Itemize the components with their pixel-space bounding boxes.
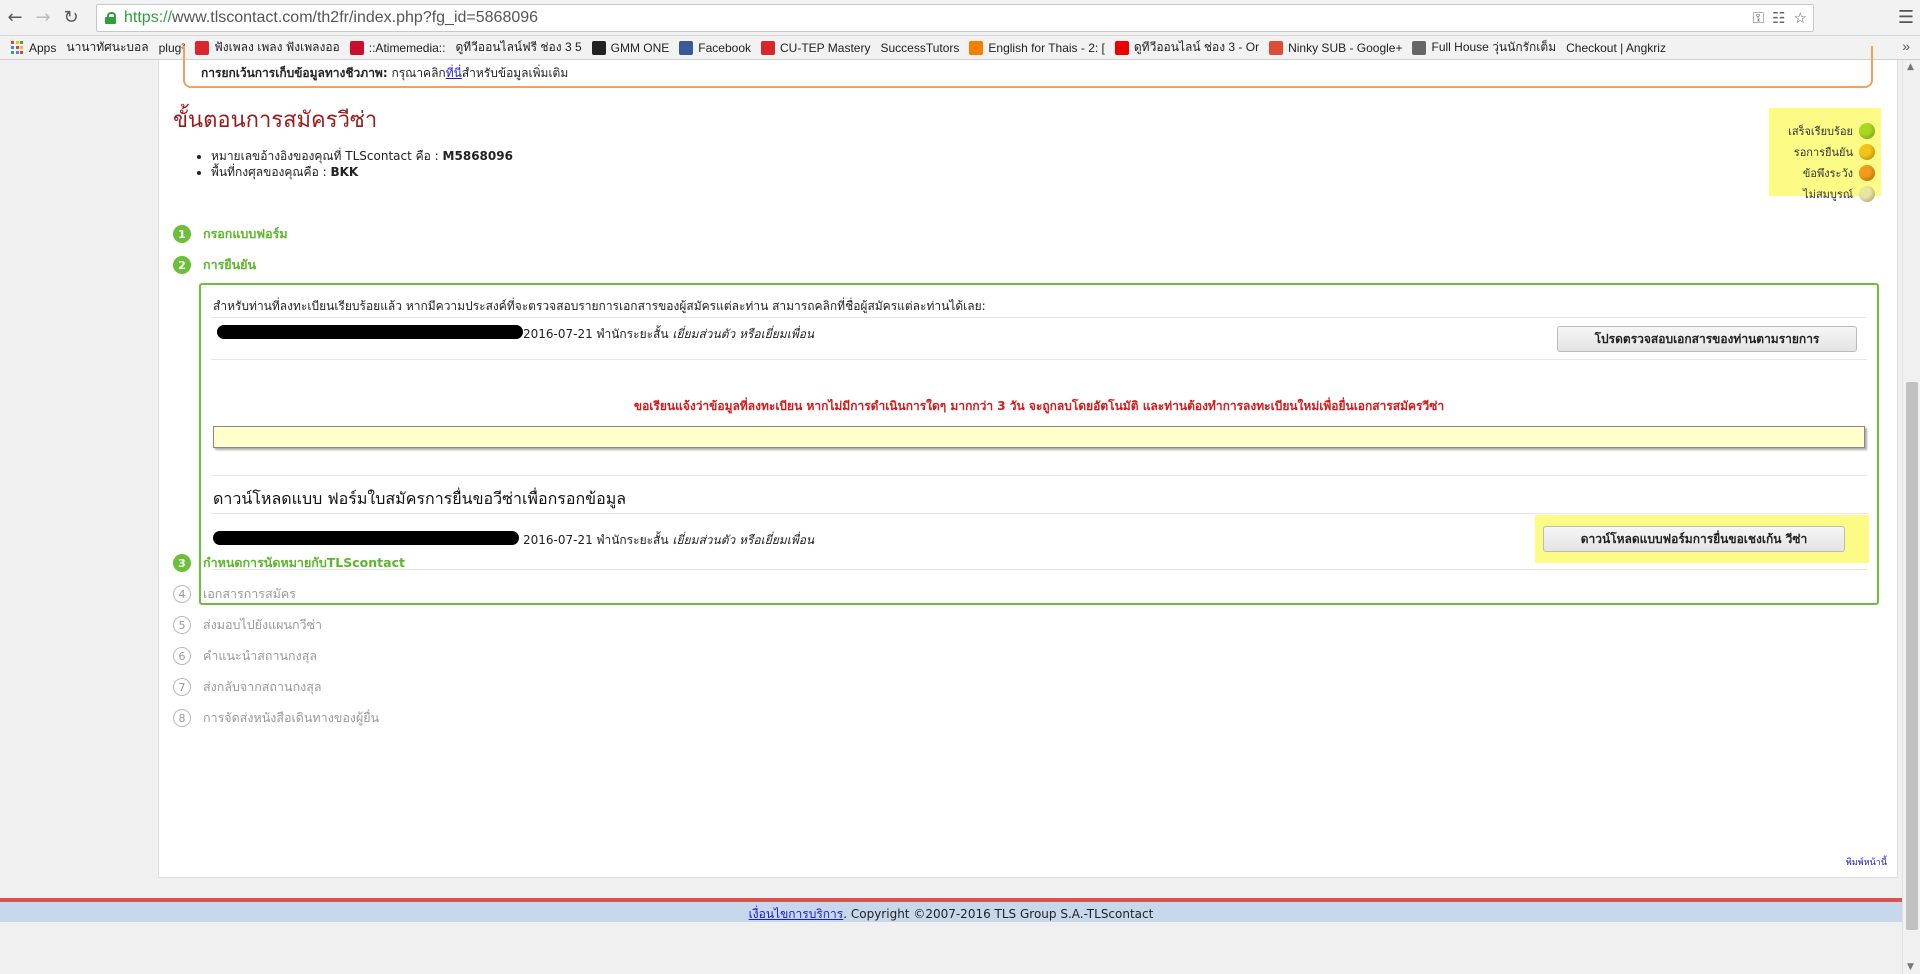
step-number-badge: 4 [173,585,191,603]
confirmation-intro: สำหรับท่านที่ลงทะเบียนเรียบร้อยแล้ว หากม… [213,299,986,313]
divider [211,359,1867,360]
forward-arrow-icon[interactable]: → [30,5,56,31]
lock-icon [105,12,116,24]
step-number-badge: 1 [173,225,191,243]
applicant-row-meta-2: 2016-07-21 พำนักระยะสั้น เยี่ยมส่วนตัว ห… [523,533,815,547]
step-5: 5 ส่งมอบไปยังแผนกวีซ่า [173,615,322,635]
legend-item: ไม่สมบูรณ์ [1769,183,1875,204]
menu-icon[interactable]: ☰ [1898,7,1914,28]
step-1[interactable]: 1 กรอกแบบฟอร์ม [173,224,288,244]
deletion-warning: ขอเรียนแจ้งว่าข้อมูลที่ลงทะเบียน หากไม่ม… [633,399,1445,413]
notice-text-2: สำหรับข้อมูลเพิ่มเติม [461,66,569,80]
redacted-applicant-name-2[interactable] [213,531,519,545]
status-dot-icon [1859,122,1875,139]
apps-icon [10,40,24,55]
terms-of-service-link[interactable]: เงื่อนไขการบริการ [749,907,844,921]
legend-item: ข้อพึงระวัง [1769,162,1875,183]
step-number-badge: 3 [173,554,191,572]
scroll-thumb[interactable] [1906,382,1918,930]
bookmark-item[interactable]: นานาทัศนะบอล [0,38,149,109]
legend-label: ข้อพึงระวัง [1802,166,1853,180]
divider [211,317,1867,318]
redacted-applicant-name[interactable] [217,325,523,339]
address-bar[interactable]: https://www.tlscontact.com/th2fr/index.p… [96,4,1814,32]
divider [211,475,1867,476]
step-label: คำแนะนำสถานกงสุล [203,648,317,663]
status-legend: เสร็จเรียบร้อยรอการยืนยันข้อพึงระวังไม่ส… [1769,108,1881,202]
footer: เงื่อนไขการบริการ. Copyright ©2007-2016 … [0,898,1902,922]
notice-heading: การยกเว้นการเก็บข้อมูลทางชีวภาพ: [201,66,388,80]
legend-item: รอการยืนยัน [1769,141,1875,162]
bookmark-item[interactable]: Apps [10,41,56,55]
message-bar [213,426,1865,448]
star-icon[interactable]: ☆ [1794,9,1807,27]
step-label: การจัดส่งหนังสือเดินทางของผู้ยื่น [203,710,380,725]
divider [211,513,1867,514]
step-label: ส่งกลับจากสถานกงสุล [203,679,322,694]
key-icon[interactable]: ⚿ [1753,9,1764,27]
status-dot-icon [1859,164,1875,181]
legend-label: ไม่สมบูรณ์ [1803,187,1853,201]
step-2[interactable]: 2 การยืนยัน [173,255,256,275]
bookmark-label: Apps [29,40,57,55]
more-bookmarks-icon[interactable]: » [1902,38,1910,54]
step-number-badge: 2 [173,256,191,274]
confirmation-panel: สำหรับท่านที่ลงทะเบียนเรียบร้อยแล้ว หากม… [199,283,1879,605]
download-schengen-form-button[interactable]: ดาวน์โหลดแบบฟอร์มการยื่นขอเชงเก้น วีซ่า [1543,526,1845,552]
translate-icon[interactable]: ☷ [1772,9,1785,27]
legend-label: เสร็จเรียบร้อย [1788,124,1853,138]
browser-toolbar: ← → ↻ https://www.tlscontact.com/th2fr/i… [0,0,1920,36]
download-section-title: ดาวน์โหลดแบบ ฟอร์มใบสมัครการยื่นขอวีซ่าเ… [213,489,627,508]
copyright-text: . Copyright ©2007-2016 TLS Group S.A.-TL… [843,907,1154,921]
bookmark-item[interactable]: plug³ [0,40,186,109]
back-arrow-icon[interactable]: ← [2,5,28,31]
status-dot-icon [1859,143,1875,160]
scroll-up-icon[interactable]: ▲ [1907,62,1914,72]
step-label: กรอกแบบฟอร์ม [203,226,288,241]
print-page-link[interactable]: พิมพ์หน้านี้ [1846,855,1887,869]
page-title: ขั้นตอนการสมัครวีซ่า [173,108,378,133]
biometric-notice: การยกเว้นการเก็บข้อมูลทางชีวภาพ: กรุณาคล… [183,46,1873,88]
legend-item: เสร็จเรียบร้อย [1769,120,1875,141]
status-dot-icon [1859,185,1875,202]
step-label: การยืนยัน [203,257,257,272]
page-background: การยกเว้นการเก็บข้อมูลทางชีวภาพ: กรุณาคล… [0,46,1902,974]
step-number-badge: 8 [173,709,191,727]
reference-number: หมายเลขอ้างอิงของคุณที่ TLScontact คือ :… [211,148,513,164]
check-documents-button[interactable]: โปรดตรวจสอบเอกสารของท่านตามรายการ [1557,326,1857,352]
step-7: 7 ส่งกลับจากสถานกงสุล [173,677,322,697]
notice-text: กรุณาคลิก [387,66,446,80]
consulate-area: พื้นที่กงศุลของคุณคือ : BKK [211,164,513,180]
step-6: 6 คำแนะนำสถานกงสุล [173,646,317,666]
reference-list: หมายเลขอ้างอิงของคุณที่ TLScontact คือ :… [199,148,513,180]
notice-link[interactable]: ที่นี่ [446,66,462,80]
vertical-scrollbar[interactable]: ▲ ▼ [1902,60,1920,974]
divider [211,569,1867,570]
main-content: การยกเว้นการเก็บข้อมูลทางชีวภาพ: กรุณาคล… [158,46,1898,878]
bookmark-label: นานาทัศนะบอล [66,40,149,54]
step-number-badge: 7 [173,678,191,696]
step-number-badge: 6 [173,647,191,665]
step-number-badge: 5 [173,616,191,634]
url-text[interactable]: https://www.tlscontact.com/th2fr/index.p… [124,9,538,27]
legend-label: รอการยืนยัน [1793,145,1853,159]
scroll-down-icon[interactable]: ▼ [1907,962,1914,972]
step-label: ส่งมอบไปยังแผนกวีซ่า [203,617,323,632]
step-8: 8 การจัดส่งหนังสือเดินทางของผู้ยื่น [173,708,379,728]
reload-icon[interactable]: ↻ [58,5,84,31]
applicant-row-meta: 2016-07-21 พำนักระยะสั้น เยี่ยมส่วนตัว ห… [523,327,815,341]
bookmark-label: plug³ [158,40,186,55]
